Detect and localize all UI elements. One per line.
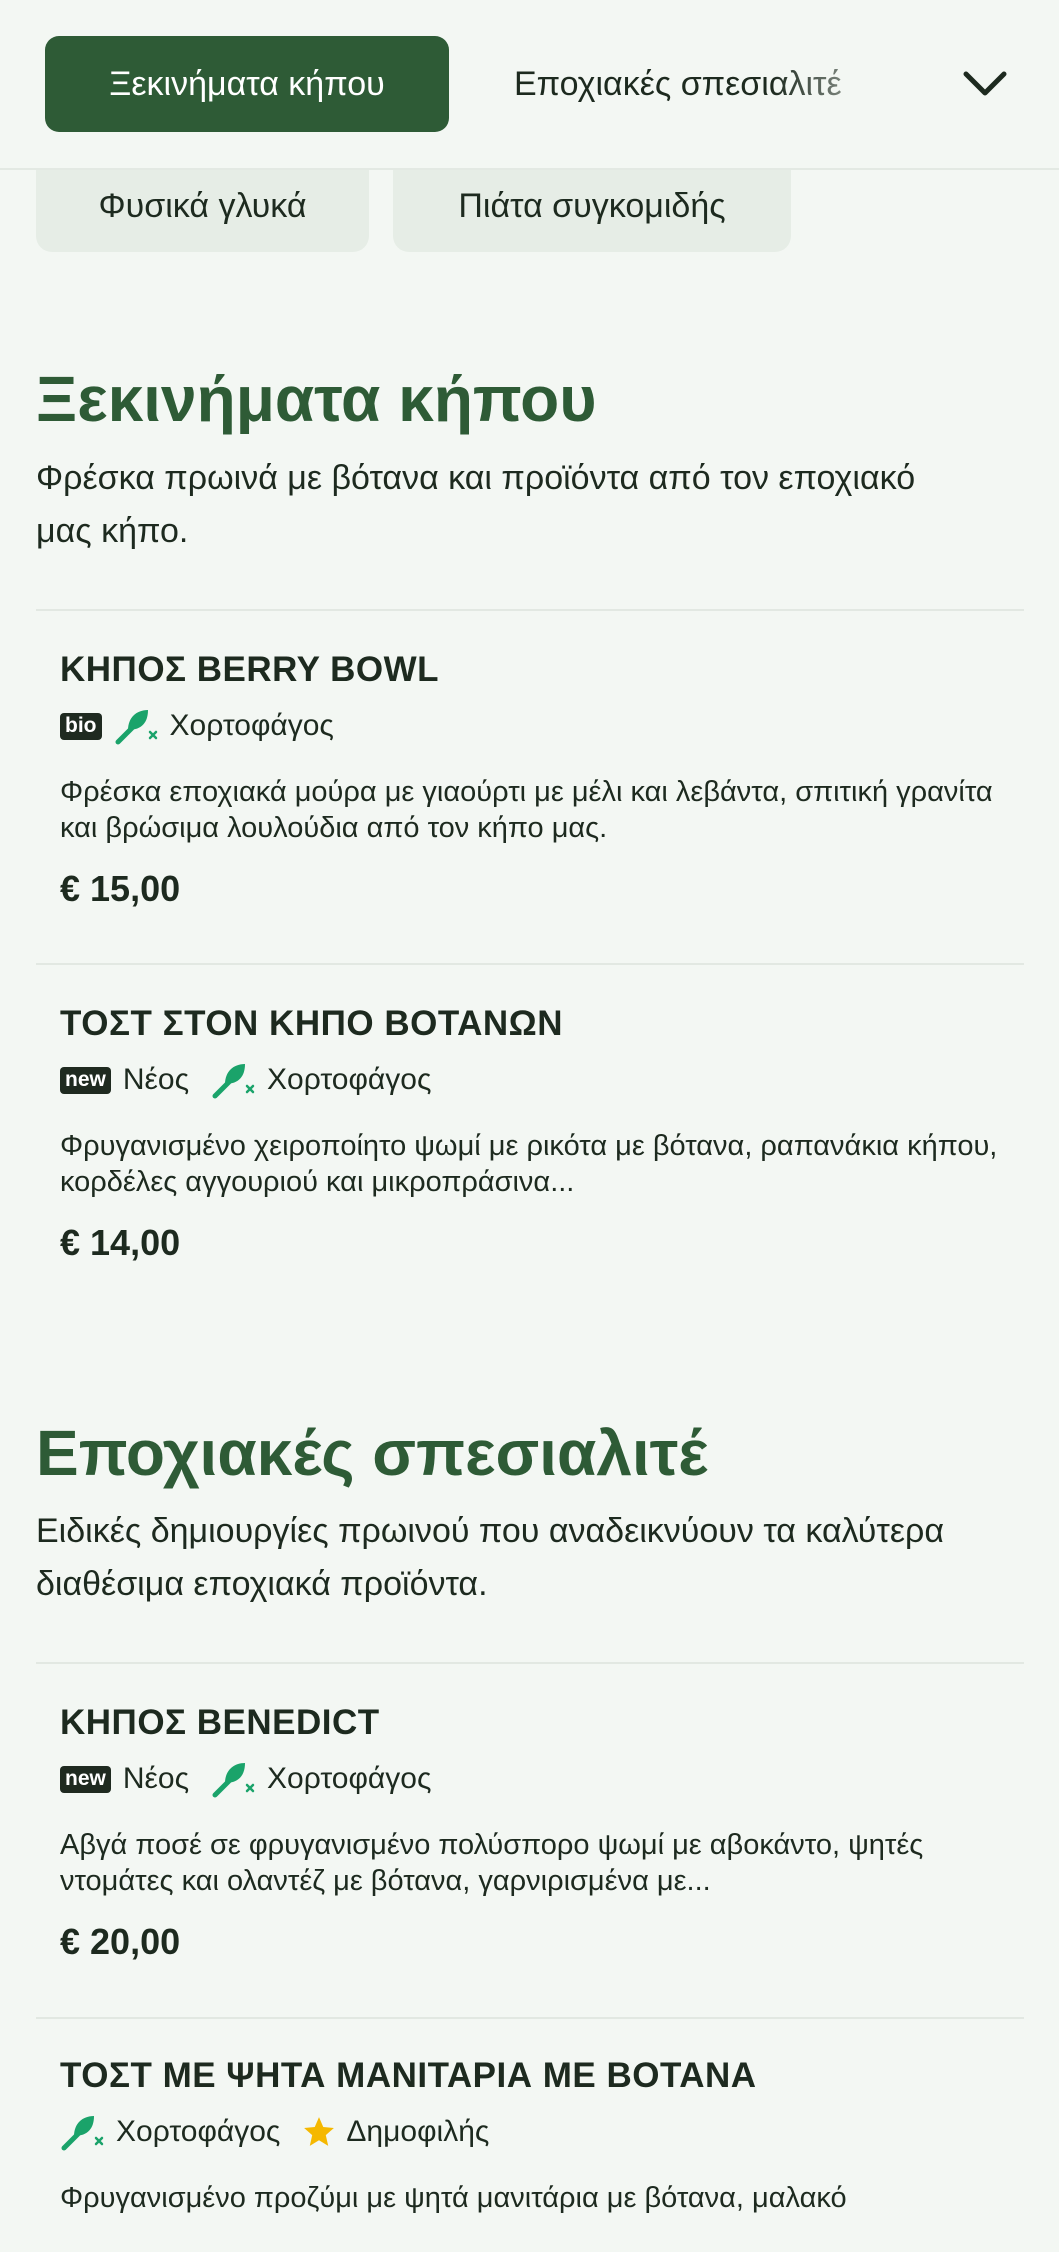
section-title: Ξεκινήματα κήπου (36, 363, 597, 435)
item-description: Αβγά ποσέ σε φρυγανισμένο πολύσπορο ψωμί… (60, 1829, 924, 1897)
new-tag: new Νέος (60, 1063, 189, 1097)
menu-item[interactable]: ΚΗΠΟΣ BERRY BOWL bio Χορτοφάγος Φρέσκα ε… (60, 644, 1000, 912)
category-bar: Ξεκινήματα κήπου Εποχιακές σπεσιαλιτέ (0, 0, 1059, 170)
menu-item[interactable]: ΤΟΣΤ ΣΤΟΝ ΚΗΠΟ ΒΟΤΑΝΩΝ new Νέος Χορτοφάγ… (60, 998, 1000, 1266)
item-tags: bio Χορτοφάγος (60, 702, 1000, 750)
category-tab-next[interactable]: Εποχιακές σπεσιαλιτέ (514, 36, 894, 132)
item-name: ΤΟΣΤ ΣΤΟΝ ΚΗΠΟ ΒΟΤΑΝΩΝ (60, 1004, 563, 1043)
vegetarian-tag: Χορτοφάγος (211, 1759, 431, 1799)
tag-label: Χορτοφάγος (267, 1063, 432, 1096)
item-tags: new Νέος Χορτοφάγος (60, 1056, 1000, 1104)
tag-label: Χορτοφάγος (169, 709, 334, 742)
chevron-down-icon[interactable] (960, 62, 1010, 106)
vegetarian-leaf-icon (212, 1763, 255, 1798)
popular-tag: Δημοφιλής (302, 2115, 489, 2149)
star-icon (304, 2117, 335, 2146)
item-tags: Χορτοφάγος Δημοφιλής (60, 2108, 1000, 2156)
vegetarian-leaf-icon (115, 710, 157, 745)
vegetarian-tag: Χορτοφάγος (211, 1060, 431, 1100)
new-badge: new (60, 1765, 111, 1793)
tag-label: Νέος (122, 1762, 190, 1795)
item-name: ΚΗΠΟΣ BENEDICT (60, 1703, 380, 1742)
new-tag: new Νέος (60, 1762, 189, 1796)
section-description: Ειδικές δημιουργίες πρωινού που αναδεικν… (36, 1512, 944, 1603)
item-price: € 15,00 (60, 868, 181, 909)
category-tab-active[interactable]: Ξεκινήματα κήπου (45, 36, 449, 132)
category-chips: Φυσικά γλυκά Πιάτα συγκομιδής (0, 160, 1059, 252)
item-price: € 20,00 (60, 1921, 181, 1962)
item-description: Φρυγανισμένο χειροποίητο ψωμί με ρικότα … (60, 1130, 998, 1198)
menu-item[interactable]: ΚΗΠΟΣ BENEDICT new Νέος Χορτοφάγος Αβγά … (60, 1697, 1000, 1965)
divider (36, 2017, 1024, 2019)
divider (36, 609, 1024, 611)
vegetarian-tag: Χορτοφάγος (114, 706, 334, 746)
vegetarian-leaf-icon (212, 1064, 255, 1099)
chip-harvest-dishes[interactable]: Πιάτα συγκομιδής (393, 160, 791, 252)
vegetarian-tag: Χορτοφάγος (60, 2112, 280, 2152)
chip-natural-sweets[interactable]: Φυσικά γλυκά (36, 160, 369, 252)
item-name: ΚΗΠΟΣ BERRY BOWL (60, 650, 440, 689)
item-description: Φρέσκα εποχιακά μούρα με γιαούρτι με μέλ… (60, 776, 993, 844)
menu-item[interactable]: ΤΟΣΤ ΜΕ ΨΗΤΑ ΜΑΝΙΤΑΡΙΑ ΜΕ ΒΟΤΑΝΑ Χορτοφά… (60, 2050, 1000, 2252)
tag-label: Νέος (122, 1063, 190, 1096)
item-tags: new Νέος Χορτοφάγος (60, 1755, 1000, 1803)
vegetarian-leaf-icon (61, 2116, 104, 2151)
item-description: Φρυγανισμένο προζύμι με ψητά μανιτάρια μ… (60, 2182, 847, 2214)
divider (36, 1662, 1024, 1664)
tag-label: Χορτοφάγος (267, 1762, 432, 1795)
section-title: Εποχιακές σπεσιαλιτέ (36, 1417, 708, 1489)
bio-badge: bio (60, 712, 102, 740)
tag-label: Δημοφιλής (346, 2115, 490, 2148)
tag-label: Χορτοφάγος (116, 2115, 281, 2148)
item-name: ΤΟΣΤ ΜΕ ΨΗΤΑ ΜΑΝΙΤΑΡΙΑ ΜΕ ΒΟΤΑΝΑ (60, 2056, 757, 2095)
new-badge: new (60, 1066, 111, 1094)
divider (36, 963, 1024, 965)
item-price: € 14,00 (60, 1222, 181, 1263)
section-description: Φρέσκα πρωινά με βότανα και προϊόντα από… (36, 459, 916, 550)
